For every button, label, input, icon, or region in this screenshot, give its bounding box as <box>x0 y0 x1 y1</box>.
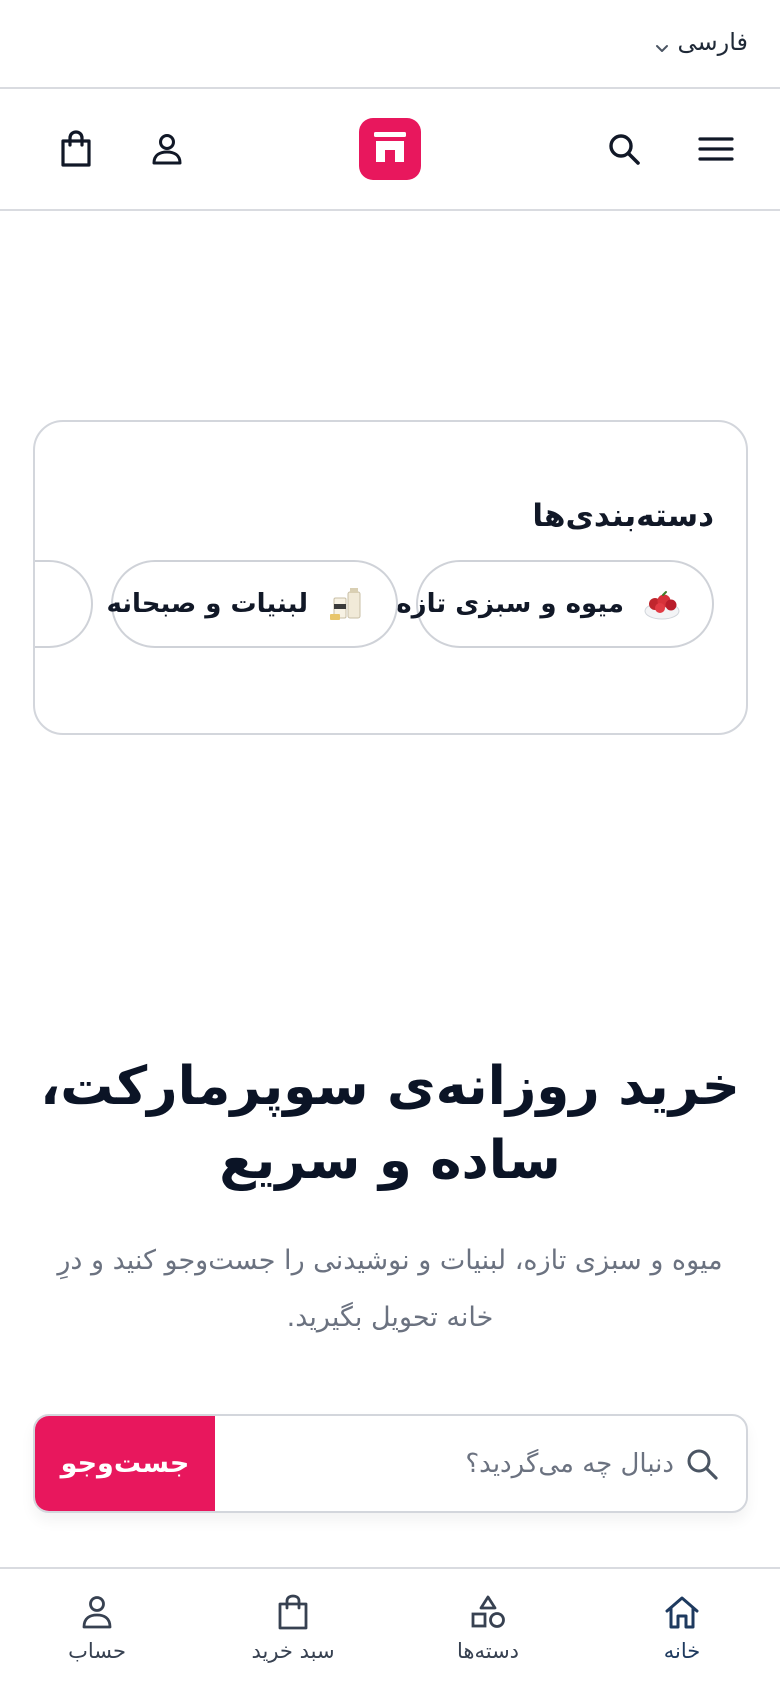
language-selector[interactable]: فارسی <box>654 28 749 56</box>
hero-subtitle-line-2: خانه تحویل بگیرید. <box>286 1302 494 1333</box>
search-submit-button[interactable]: جست‌وجو <box>35 1416 215 1511</box>
account-button[interactable] <box>137 119 197 179</box>
nav-item-account[interactable]: حساب <box>32 1569 162 1690</box>
hero-subtitle: میوه و سبزی تازه، لبنیات و نوشیدنی را جس… <box>40 1232 740 1346</box>
hero-title: خرید روزانه‌ی سوپرمارکت، ساده و سریع <box>40 1050 740 1198</box>
nav-label: دسته‌ها <box>457 1639 520 1663</box>
categories-title: دسته‌بندی‌ها <box>532 498 714 534</box>
search-icon <box>607 132 641 166</box>
menu-button[interactable] <box>686 119 746 179</box>
store-logo[interactable] <box>359 118 421 180</box>
hamburger-icon <box>698 136 734 162</box>
storefront-icon <box>370 127 410 171</box>
top-header <box>0 89 780 211</box>
nav-label: خانه <box>663 1639 701 1663</box>
home-icon <box>663 1593 701 1631</box>
user-icon <box>81 1593 113 1631</box>
cart-button[interactable] <box>46 119 106 179</box>
fruit-bowl-icon <box>642 584 682 624</box>
shapes-icon <box>470 1593 506 1631</box>
search-icon <box>684 1446 720 1482</box>
nav-label: سبد خرید <box>251 1639 335 1663</box>
category-chip-fresh-produce[interactable]: میوه و سبزی تازه <box>396 560 714 648</box>
hero-subtitle-line-1: میوه و سبزی تازه، لبنیات و نوشیدنی را جس… <box>57 1245 723 1276</box>
category-label: لبنیات و صبحانه <box>106 589 308 619</box>
dairy-icon <box>326 584 366 624</box>
header-search-button[interactable] <box>594 119 654 179</box>
language-bar: فارسی <box>0 0 780 89</box>
shopping-bag-icon <box>277 1593 309 1631</box>
nav-item-categories[interactable]: دسته‌ها <box>423 1569 553 1690</box>
search-input[interactable] <box>236 1436 676 1492</box>
categories-card: دسته‌بندی‌ها میوه و سبزی تازه <box>33 420 748 735</box>
chevron-down-icon <box>654 34 670 52</box>
shopping-bag-icon <box>59 130 93 168</box>
category-chip-dairy[interactable]: لبنیات و صبحانه <box>106 560 398 648</box>
categories-scroller[interactable]: میوه و سبزی تازه لبنیات و صبحانه <box>35 560 714 648</box>
search-bar: جست‌وجو <box>33 1414 748 1513</box>
category-label: میوه و سبزی تازه <box>396 589 624 619</box>
hero-title-line-2: ساده و سریع <box>219 1130 561 1191</box>
user-icon <box>150 133 184 165</box>
nav-item-home[interactable]: خانه <box>617 1569 747 1690</box>
category-chip-partial[interactable] <box>35 560 93 648</box>
bottom-navigation: خانه دسته‌ها سبد خرید حساب <box>0 1567 780 1688</box>
hero-title-line-1: خرید روزانه‌ی سوپرمارکت، <box>40 1056 740 1117</box>
language-label: فارسی <box>677 28 749 56</box>
nav-item-cart[interactable]: سبد خرید <box>228 1569 358 1690</box>
nav-label: حساب <box>68 1639 126 1663</box>
